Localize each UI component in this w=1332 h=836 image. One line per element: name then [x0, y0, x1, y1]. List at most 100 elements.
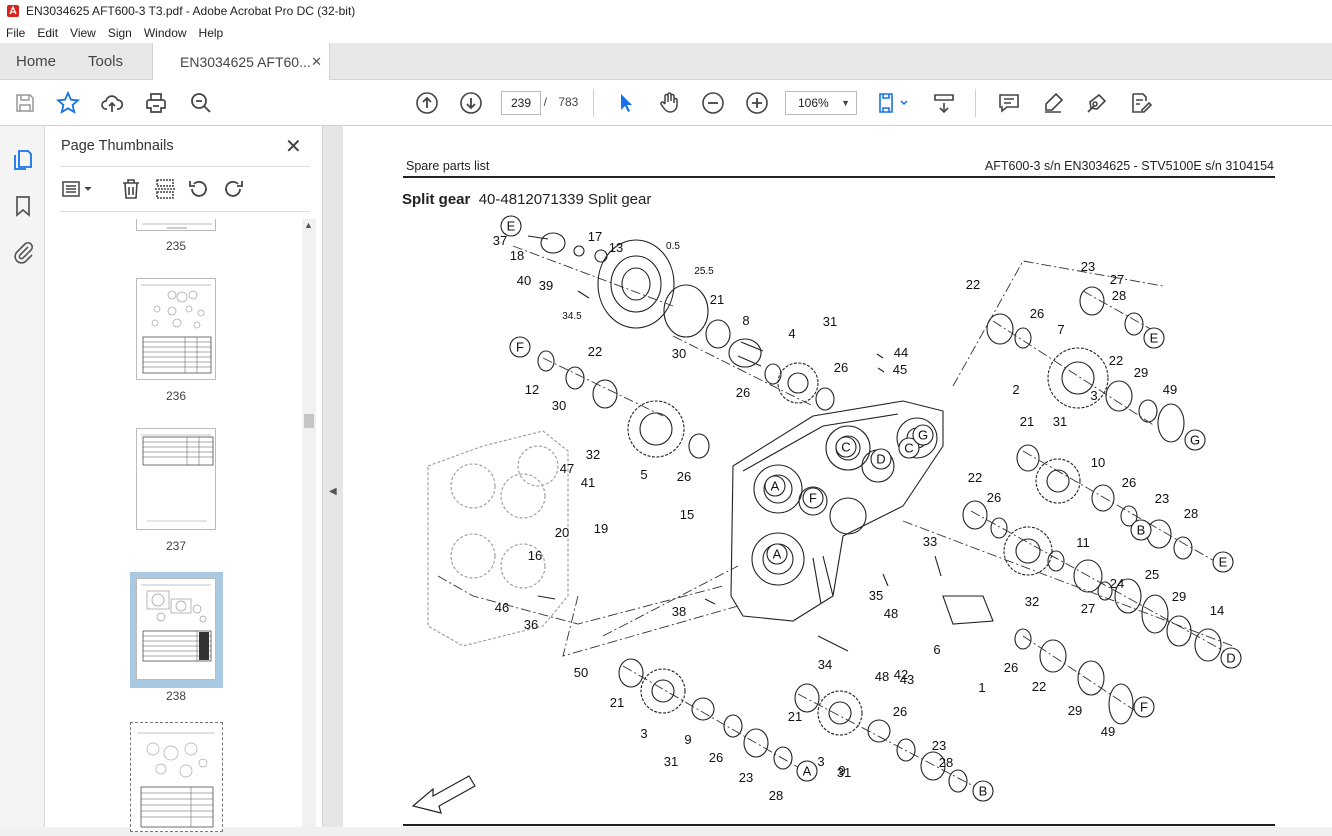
scrollbar-thumb[interactable]: [304, 414, 314, 428]
menu-help[interactable]: Help: [193, 26, 230, 40]
part-callout: 33: [923, 534, 937, 549]
page-count: / 783: [541, 95, 581, 109]
thumbnail-page[interactable]: [136, 278, 216, 380]
part-callout: 44: [894, 345, 908, 360]
svg-text:D: D: [1226, 651, 1235, 666]
part-callout: 30: [672, 346, 686, 361]
part-callout: 28: [939, 755, 953, 770]
part-callout: 22: [1109, 353, 1123, 368]
scroll-mode-icon[interactable]: [932, 91, 956, 115]
previous-page-icon[interactable]: [415, 91, 439, 115]
part-callout: 39: [539, 278, 553, 293]
part-callout: 31: [664, 754, 678, 769]
part-callout: 17: [588, 229, 602, 244]
letter-marker: F: [509, 336, 531, 358]
part-callout: 23: [1155, 491, 1169, 506]
part-callout: 28: [1184, 506, 1198, 521]
svg-text:D: D: [876, 452, 885, 467]
attachments-paperclip-icon[interactable]: [11, 240, 35, 264]
toolbar-divider: [975, 89, 976, 117]
part-callout: 29: [1172, 589, 1186, 604]
tab-bar: Home Tools EN3034625 AFT60... ✕: [0, 43, 1332, 81]
tab-home[interactable]: Home: [16, 43, 56, 80]
page-total: 783: [558, 95, 579, 109]
rotate-counterclockwise-icon[interactable]: [187, 177, 211, 201]
part-callout: 23: [739, 770, 753, 785]
delete-pages-icon[interactable]: [119, 177, 143, 201]
fit-page-icon[interactable]: [877, 91, 911, 115]
close-panel-icon[interactable]: ✕: [285, 134, 302, 159]
hand-tool-icon[interactable]: [657, 91, 681, 115]
zoom-out-icon[interactable]: [701, 91, 725, 115]
part-callout: 41: [581, 475, 595, 490]
menu-sign[interactable]: Sign: [102, 26, 138, 40]
letter-marker: A: [764, 475, 786, 497]
letter-marker: A: [796, 760, 818, 782]
document-viewer[interactable]: Spare parts list AFT600-3 s/n EN3034625 …: [343, 126, 1332, 827]
svg-text:C: C: [841, 440, 850, 455]
part-callout: 18: [510, 248, 524, 263]
part-callout: 3: [817, 754, 824, 769]
menu-file[interactable]: File: [0, 26, 31, 40]
tab-document[interactable]: EN3034625 AFT60... ✕: [152, 43, 330, 81]
highlight-pen-icon[interactable]: [1041, 91, 1065, 115]
close-tab-icon[interactable]: ✕: [311, 54, 322, 70]
insert-page-icon[interactable]: [153, 177, 177, 201]
zoom-in-icon[interactable]: [745, 91, 769, 115]
part-callout: 19: [594, 521, 608, 536]
main-toolbar: [0, 80, 1332, 126]
next-page-icon[interactable]: [459, 91, 483, 115]
collapse-arrow-icon: ◀: [329, 486, 337, 497]
zoom-select[interactable]: 106% ▼: [785, 91, 857, 115]
part-callout: 32: [586, 447, 600, 462]
thumbnail-page[interactable]: [136, 428, 216, 530]
part-callout: 14: [1210, 603, 1224, 618]
menu-view[interactable]: View: [64, 26, 102, 40]
scroll-up-icon[interactable]: ▲: [304, 220, 313, 230]
sign-icon[interactable]: [1085, 91, 1109, 115]
thumbnail-page[interactable]: [136, 219, 216, 231]
print-icon[interactable]: [144, 91, 168, 115]
collapse-panel-handle[interactable]: ◀: [323, 126, 343, 827]
svg-text:B: B: [979, 784, 988, 799]
part-callout: 49: [1163, 382, 1177, 397]
part-callout: 26: [1122, 475, 1136, 490]
bookmarks-icon[interactable]: [11, 194, 35, 218]
save-icon[interactable]: [13, 91, 37, 115]
letter-marker: A: [766, 543, 788, 565]
svg-text:E: E: [1219, 555, 1228, 570]
search-zoom-icon[interactable]: [189, 91, 213, 115]
svg-text:B: B: [1137, 523, 1146, 538]
part-callout: 28: [769, 788, 783, 803]
part-callout: 0.5: [666, 241, 680, 252]
letter-marker: E: [1143, 327, 1165, 349]
menu-window[interactable]: Window: [138, 26, 193, 40]
part-callout: 12: [525, 382, 539, 397]
svg-text:G: G: [1190, 433, 1200, 448]
bookmark-star-icon[interactable]: [55, 90, 81, 115]
rotate-clockwise-icon[interactable]: [221, 177, 245, 201]
redact-edit-icon[interactable]: [1129, 91, 1153, 115]
thumbnail-page-current[interactable]: [130, 722, 223, 832]
thumbnail-page[interactable]: [136, 578, 216, 680]
part-callout: 34: [818, 657, 832, 672]
part-callout: 3: [640, 726, 647, 741]
left-rail: [0, 126, 45, 827]
part-callout: 16: [528, 548, 542, 563]
thumbnail-scrollbar[interactable]: ▲: [302, 219, 316, 827]
part-callout: 34.5: [562, 311, 582, 322]
select-cursor-icon[interactable]: [614, 91, 638, 115]
thumbnail-options-icon[interactable]: [60, 177, 96, 201]
part-callout: 48: [884, 606, 898, 621]
page-thumbnails-icon[interactable]: [11, 148, 35, 172]
menu-edit[interactable]: Edit: [31, 26, 64, 40]
page-number-input[interactable]: 239: [501, 91, 541, 115]
tab-tools[interactable]: Tools: [88, 43, 123, 80]
part-callout: 11: [1076, 535, 1090, 550]
part-callout: 22: [968, 470, 982, 485]
svg-text:E: E: [1150, 331, 1159, 346]
comment-icon[interactable]: [997, 91, 1021, 115]
part-callout: 43: [900, 672, 914, 687]
upload-cloud-icon[interactable]: [100, 91, 124, 115]
part-callout: 48: [875, 669, 889, 684]
